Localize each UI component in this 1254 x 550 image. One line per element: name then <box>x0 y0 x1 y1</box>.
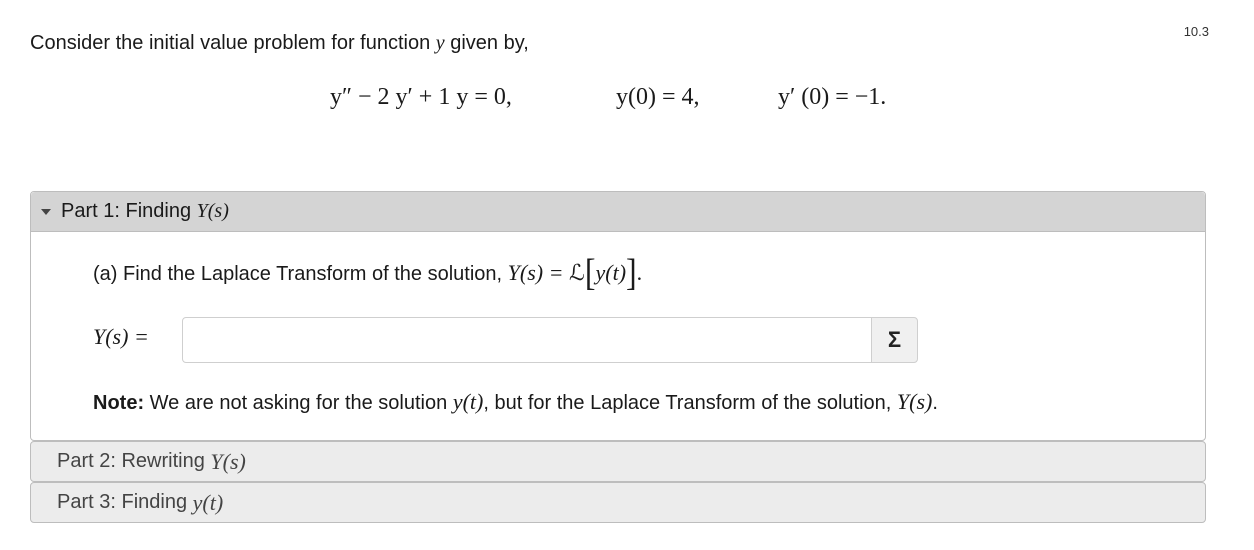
right-bracket: ] <box>626 250 637 294</box>
initial-condition-2: y′ (0) = −1. <box>778 84 887 110</box>
part1-question: (a) Find the Laplace Transform of the so… <box>93 250 643 294</box>
part2-title-prefix: Part 2: Rewriting <box>57 450 205 472</box>
sigma-icon: Σ <box>887 327 902 352</box>
note-text-2: , but for the Laplace Transform of the s… <box>483 392 897 414</box>
problem-intro: Consider the initial value problem for f… <box>30 32 529 55</box>
part3-title-prefix: Part 3: Finding <box>57 491 188 513</box>
left-bracket: [ <box>584 250 596 294</box>
question-number: 10.3 <box>1183 24 1209 39</box>
part2-title-math: Y(s) <box>210 448 246 474</box>
part2-panel[interactable]: Part 2: Rewriting Y(s) <box>30 441 1206 482</box>
part3-title-math: y(t) <box>192 489 224 515</box>
equation-editor-button[interactable]: Σ <box>871 317 918 363</box>
part1-panel: Part 1: Finding Y(s) (a) Find the Laplac… <box>30 191 1206 441</box>
caret-down-icon <box>41 208 51 215</box>
note-label: Note: <box>93 392 145 414</box>
intro-text-after: given by, <box>450 32 529 54</box>
part1-title: Part 1: Finding Y(s) <box>61 200 229 223</box>
ode-equation: y″ − 2 y′ + 1 y = 0, <box>330 84 512 110</box>
question-end: . <box>636 260 643 285</box>
question-text: (a) Find the Laplace Transform of the so… <box>93 263 503 285</box>
note-end: . <box>932 392 938 414</box>
part1-title-math: Y(s) <box>196 200 229 222</box>
note-math-1: y(t) <box>452 389 484 414</box>
part1-title-prefix: Part 1: Finding <box>61 200 192 222</box>
answer-input[interactable] <box>182 317 872 363</box>
intro-variable: y <box>435 32 445 54</box>
part3-panel[interactable]: Part 3: Finding y(t) <box>30 482 1206 523</box>
part1-header[interactable]: Part 1: Finding Y(s) <box>31 192 1205 232</box>
note-math-2: Y(s) <box>896 389 933 414</box>
note: Note: We are not asking for the solution… <box>93 389 938 415</box>
initial-condition-1: y(0) = 4, <box>616 84 700 110</box>
question-math-lhs: Y(s) = <box>507 260 569 285</box>
intro-text-before: Consider the initial value problem for f… <box>30 32 431 54</box>
laplace-symbol: ℒ <box>568 260 585 285</box>
note-text-1: We are not asking for the solution <box>144 392 453 414</box>
question-math-arg: y(t) <box>595 260 627 285</box>
answer-label: Y(s) = <box>93 324 149 349</box>
